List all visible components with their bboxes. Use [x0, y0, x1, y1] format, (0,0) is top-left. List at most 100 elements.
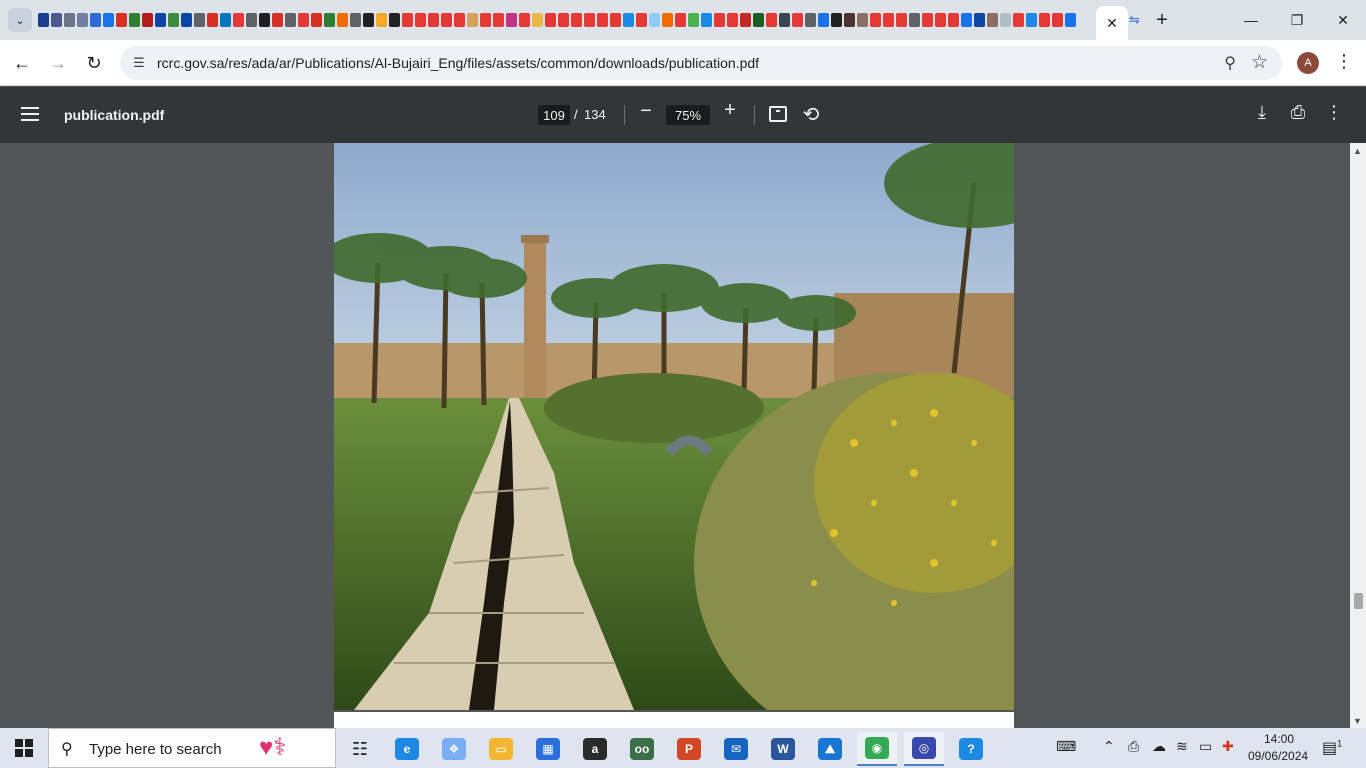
taskbar-app-vpn[interactable]: ◎: [904, 732, 944, 766]
pinned-tab-favicon-icon[interactable]: [506, 13, 517, 27]
pinned-tab-favicon-icon[interactable]: [675, 13, 686, 27]
forward-button[interactable]: →: [44, 49, 72, 77]
scroll-down-arrow-icon[interactable]: ▼: [1353, 716, 1362, 726]
pinned-tab-favicon-icon[interactable]: [90, 13, 101, 27]
pinned-tab-favicon-icon[interactable]: [805, 13, 816, 27]
start-button[interactable]: [0, 728, 48, 768]
pinned-tab-favicon-icon[interactable]: [155, 13, 166, 27]
pinned-tab-favicon-icon[interactable]: [766, 13, 777, 27]
taskbar-app-amazon[interactable]: a: [575, 732, 615, 766]
taskbar-search-box[interactable]: ⚲ Type here to search ♥⚕: [48, 728, 336, 768]
zoom-level-input[interactable]: [666, 105, 710, 125]
notification-center-icon[interactable]: ▤1: [1322, 738, 1342, 758]
pinned-tab-favicon-icon[interactable]: [571, 13, 582, 27]
pinned-tab-favicon-icon[interactable]: [480, 13, 491, 27]
fit-to-page-icon[interactable]: [769, 106, 787, 122]
pinned-tab-favicon-icon[interactable]: [948, 13, 959, 27]
pinned-tab-favicon-icon[interactable]: [532, 13, 543, 27]
pinned-tab-favicon-icon[interactable]: [441, 13, 452, 27]
pinned-tab-favicon-icon[interactable]: [259, 13, 270, 27]
pinned-tab-favicon-icon[interactable]: [818, 13, 829, 27]
pinned-tab-favicon-icon[interactable]: [311, 13, 322, 27]
reload-button[interactable]: ↻: [80, 49, 108, 77]
pinned-tab-favicon-icon[interactable]: [597, 13, 608, 27]
pinned-tab-favicon-icon[interactable]: [493, 13, 504, 27]
pinned-tab-favicon-icon[interactable]: [558, 13, 569, 27]
address-bar[interactable]: ☰ rcrc.gov.sa/res/ada/ar/Publications/Al…: [120, 46, 1282, 80]
pinned-tab-favicon-icon[interactable]: [376, 13, 387, 27]
download-icon[interactable]: ⤓: [1252, 102, 1272, 126]
pinned-tab-favicon-icon[interactable]: [103, 13, 114, 27]
pinned-tab-favicon-icon[interactable]: [883, 13, 894, 27]
pinned-tab-favicon-icon[interactable]: [844, 13, 855, 27]
scrollbar-thumb[interactable]: [1354, 593, 1363, 609]
taskbar-app-powerpoint[interactable]: P: [669, 732, 709, 766]
pinned-tab-favicon-icon[interactable]: [779, 13, 790, 27]
pinned-tab-favicon-icon[interactable]: [870, 13, 881, 27]
pinned-tab-favicon-icon[interactable]: [935, 13, 946, 27]
bookmark-star-icon[interactable]: ☆: [1251, 51, 1268, 74]
pinned-tab-favicon-icon[interactable]: [753, 13, 764, 27]
taskbar-app-microsoft-store[interactable]: ▦: [528, 732, 568, 766]
zoom-out-button[interactable]: −: [636, 100, 656, 128]
zoom-icon[interactable]: ⚲: [1224, 53, 1236, 73]
taskbar-app-dropbox[interactable]: ❖: [434, 732, 474, 766]
taskbar-app-edge[interactable]: e: [387, 732, 427, 766]
pinned-tab-favicon-icon[interactable]: [610, 13, 621, 27]
pinned-tab-favicon-icon[interactable]: [324, 13, 335, 27]
pinned-tab-favicon-icon[interactable]: [922, 13, 933, 27]
pinned-tab-favicon-icon[interactable]: [207, 13, 218, 27]
taskbar-app-photos[interactable]: ⛰: [810, 732, 850, 766]
pinned-tab-favicon-icon[interactable]: [1052, 13, 1063, 27]
antivirus-icon[interactable]: ✚: [1222, 738, 1234, 755]
pinned-tab-favicon-icon[interactable]: [1065, 13, 1076, 27]
taskbar-app-file-explorer[interactable]: ▭: [481, 732, 521, 766]
pinned-tab-favicon-icon[interactable]: [415, 13, 426, 27]
pinned-tab-favicon-icon[interactable]: [233, 13, 244, 27]
pinned-tab-favicon-icon[interactable]: [194, 13, 205, 27]
pinned-tab-favicon-icon[interactable]: [142, 13, 153, 27]
pinned-tab-favicon-icon[interactable]: [909, 13, 920, 27]
pinned-tab-favicon-icon[interactable]: [64, 13, 75, 27]
pinned-tab-favicon-icon[interactable]: [584, 13, 595, 27]
pinned-tab-favicon-icon[interactable]: [831, 13, 842, 27]
print-icon[interactable]: ⎙: [1287, 102, 1309, 126]
pinned-tab-favicon-icon[interactable]: [688, 13, 699, 27]
pinned-tab-favicon-icon[interactable]: [272, 13, 283, 27]
pinned-tab-favicon-icon[interactable]: [1039, 13, 1050, 27]
back-button[interactable]: ←: [8, 49, 36, 77]
pinned-tab-favicon-icon[interactable]: [363, 13, 374, 27]
scroll-up-arrow-icon[interactable]: ▲: [1353, 146, 1362, 156]
battery-icon[interactable]: ▭: [1199, 738, 1212, 755]
sidebar-menu-icon[interactable]: [21, 103, 43, 125]
pinned-tab-favicon-icon[interactable]: [220, 13, 231, 27]
scrollbar[interactable]: ▲ ▼: [1350, 143, 1366, 728]
taskbar-app-help[interactable]: ?: [951, 732, 991, 766]
minimize-button[interactable]: —: [1228, 0, 1274, 40]
usb-icon[interactable]: ⎙: [1128, 738, 1139, 755]
pinned-tab-favicon-icon[interactable]: [1026, 13, 1037, 27]
pinned-tab-favicon-icon[interactable]: [623, 13, 634, 27]
pinned-tab-favicon-icon[interactable]: [636, 13, 647, 27]
pinned-tab-favicon-icon[interactable]: [519, 13, 530, 27]
pinned-tab-favicon-icon[interactable]: [1013, 13, 1024, 27]
chevron-up-icon[interactable]: ⌃: [1103, 738, 1115, 755]
pinned-tab-favicon-icon[interactable]: [545, 13, 556, 27]
taskbar-app-tripadvisor[interactable]: oo: [622, 732, 662, 766]
rotate-icon[interactable]: ⟲: [800, 102, 822, 126]
pinned-tab-favicon-icon[interactable]: [402, 13, 413, 27]
pinned-tab-favicon-icon[interactable]: [168, 13, 179, 27]
pinned-tab-favicon-icon[interactable]: [246, 13, 257, 27]
taskbar-app-mail[interactable]: ✉: [716, 732, 756, 766]
site-info-icon[interactable]: ☰: [130, 54, 148, 72]
wifi-icon[interactable]: ≋: [1176, 738, 1188, 755]
profile-avatar[interactable]: A: [1297, 52, 1319, 74]
pinned-tab-favicon-icon[interactable]: [649, 13, 660, 27]
taskbar-app-task-view[interactable]: ☷: [340, 732, 380, 766]
page-number-input[interactable]: [538, 105, 570, 125]
pinned-tab-favicon-icon[interactable]: [740, 13, 751, 27]
url-text[interactable]: rcrc.gov.sa/res/ada/ar/Publications/Al-B…: [157, 55, 759, 71]
close-window-button[interactable]: ✕: [1320, 0, 1366, 40]
pinned-tab-favicon-icon[interactable]: [77, 13, 88, 27]
cloud-icon[interactable]: ☁: [1152, 738, 1166, 755]
